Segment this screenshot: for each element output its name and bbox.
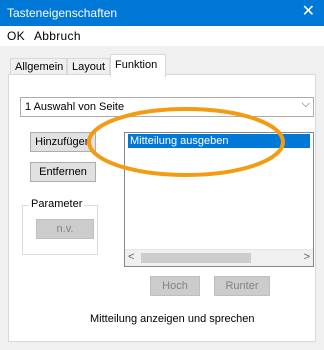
horizontal-scrollbar[interactable]: < > xyxy=(125,249,313,266)
close-icon[interactable]: ✕ xyxy=(302,3,315,21)
tab-funktion[interactable]: Funktion xyxy=(110,54,166,77)
window-title: Tasteneigenschaften xyxy=(7,6,118,20)
scroll-right-icon[interactable]: > xyxy=(304,251,310,263)
parameter-legend: Parameter xyxy=(29,198,85,210)
remove-button[interactable]: Entfernen xyxy=(30,162,96,182)
page-select[interactable]: 1 Auswahl von Seite ⌵ xyxy=(20,97,314,117)
menu-bar: OK Abbruch xyxy=(0,26,324,46)
list-item[interactable]: Mitteilung ausgeben xyxy=(128,134,310,148)
menu-cancel[interactable]: Abbruch xyxy=(34,29,81,43)
move-down-button[interactable]: Runter xyxy=(214,276,270,296)
action-description: Mitteilung anzeigen und sprechen xyxy=(90,313,255,325)
parameter-value-button[interactable]: n.v. xyxy=(36,219,94,239)
actions-list[interactable]: Mitteilung ausgeben < > xyxy=(124,132,314,267)
scrollbar-thumb[interactable] xyxy=(141,253,251,263)
menu-ok[interactable]: OK xyxy=(7,29,25,43)
add-button[interactable]: Hinzufügen xyxy=(30,132,96,152)
scroll-left-icon[interactable]: < xyxy=(128,251,134,263)
chevron-down-icon[interactable]: ⌵ xyxy=(302,98,310,111)
tab-strip: Allgemein Layout Funktion xyxy=(0,52,324,77)
move-up-button[interactable]: Hoch xyxy=(150,276,200,296)
title-bar: Tasteneigenschaften ✕ xyxy=(0,0,324,26)
page-select-value: 1 Auswahl von Seite xyxy=(25,101,125,113)
